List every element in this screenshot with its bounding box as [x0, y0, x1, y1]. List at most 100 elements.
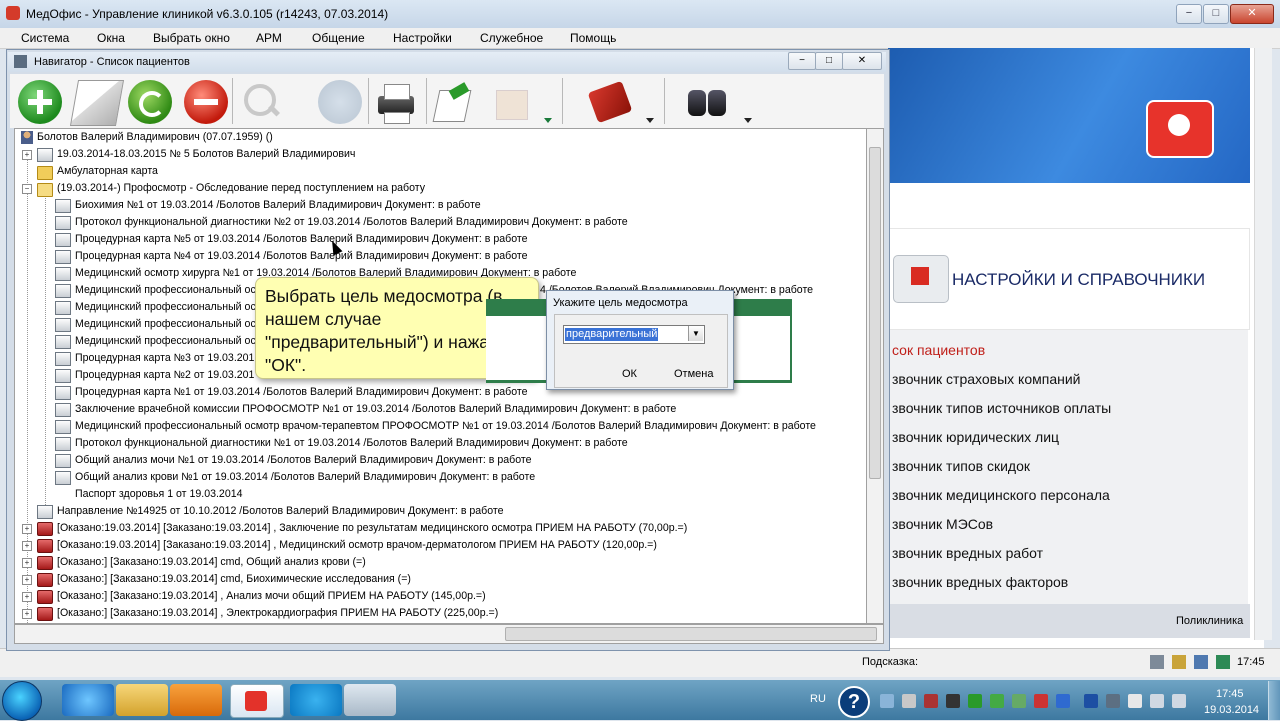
tray-icon[interactable]: [902, 694, 916, 708]
sort-icon[interactable]: [318, 80, 362, 124]
binoculars-icon[interactable]: [686, 80, 730, 124]
app-minimize-button[interactable]: −: [1176, 4, 1202, 24]
show-desktop-button[interactable]: [1268, 681, 1280, 720]
ref-item-medical-staff[interactable]: звочник медицинского персонала: [892, 487, 1110, 503]
expand-icon[interactable]: +: [22, 592, 32, 602]
document-icon: [55, 233, 71, 247]
refresh-icon[interactable]: [128, 80, 172, 124]
navigator-icon: [14, 55, 27, 68]
tray-icon[interactable]: [1056, 694, 1070, 708]
tray-icon[interactable]: [968, 694, 982, 708]
document-icon: [55, 267, 71, 281]
ref-item-legal-entities[interactable]: звочник юридических лиц: [892, 429, 1059, 445]
expand-icon[interactable]: +: [22, 575, 32, 585]
print-icon[interactable]: [374, 80, 418, 124]
menu-settings[interactable]: Настройки: [393, 31, 452, 45]
language-indicator[interactable]: RU: [810, 693, 826, 705]
spellcheck-dropdown-icon[interactable]: [646, 118, 654, 123]
tray-icon[interactable]: [1012, 694, 1026, 708]
volume-icon[interactable]: [1172, 694, 1186, 708]
save-icon[interactable]: [1194, 655, 1208, 669]
window-icon[interactable]: [1216, 655, 1230, 669]
document-icon: [55, 216, 71, 230]
skype-icon[interactable]: [290, 684, 342, 716]
ref-item-mes[interactable]: звочник МЭСов: [892, 516, 993, 532]
ref-item-discounts[interactable]: звочник типов скидок: [892, 458, 1030, 474]
display-icon[interactable]: [1106, 694, 1120, 708]
bluetooth-icon[interactable]: [1084, 694, 1098, 708]
menu-help[interactable]: Помощь: [570, 31, 616, 45]
app-logo-icon: [6, 6, 20, 20]
tray-icon[interactable]: [946, 694, 960, 708]
service-icon: [37, 522, 53, 536]
app-maximize-button[interactable]: □: [1203, 4, 1229, 24]
ie-icon[interactable]: [62, 684, 114, 716]
clock-time[interactable]: 17:45: [1216, 688, 1244, 700]
expand-icon[interactable]: +: [22, 558, 32, 568]
menu-arm[interactable]: АРМ: [256, 31, 282, 45]
module-policlinic[interactable]: Поликлиника: [1176, 615, 1243, 627]
tray-icon[interactable]: [990, 694, 1004, 708]
clock-date[interactable]: 19.03.2014: [1204, 704, 1259, 716]
right-panel-scrollbar[interactable]: [1254, 48, 1272, 640]
help-icon[interactable]: ?: [838, 686, 870, 718]
document-icon: [55, 471, 71, 485]
expand-icon[interactable]: +: [22, 524, 32, 534]
navigator-title-bar[interactable]: Навигатор - Список пациентов: [8, 52, 886, 72]
start-button[interactable]: [2, 681, 42, 721]
remote-desktop-icon[interactable]: [344, 684, 396, 716]
spellcheck-icon[interactable]: [587, 80, 633, 124]
tray-icon[interactable]: [1034, 694, 1048, 708]
explorer-icon[interactable]: [116, 684, 168, 716]
document-icon: [55, 250, 71, 264]
edit-icon[interactable]: [69, 80, 125, 126]
media-player-icon[interactable]: [170, 684, 222, 716]
grid-icon[interactable]: [1150, 655, 1164, 669]
navigator-minimize-button[interactable]: −: [788, 52, 816, 70]
menu-system[interactable]: Система: [21, 31, 69, 45]
red-cross-icon: [911, 267, 929, 285]
search-icon[interactable]: [240, 80, 284, 124]
navigator-maximize-button[interactable]: □: [815, 52, 843, 70]
expand-icon[interactable]: +: [22, 541, 32, 551]
delete-icon[interactable]: [184, 80, 228, 124]
ref-item-hazardous-factors[interactable]: звочник вредных факторов: [892, 574, 1068, 590]
network-icon[interactable]: [1150, 694, 1164, 708]
document-icon: [55, 284, 71, 298]
medoffice-task-icon[interactable]: [230, 684, 284, 718]
app-title-bar[interactable]: МедОфис - Управление клиникой v6.3.0.105…: [0, 0, 1280, 28]
add-icon[interactable]: [18, 80, 62, 124]
scroll-thumb[interactable]: [869, 147, 881, 479]
ref-item-insurance[interactable]: звочник страховых компаний: [892, 371, 1080, 387]
ref-item-hazardous-work[interactable]: звочник вредных работ: [892, 545, 1043, 561]
app-close-button[interactable]: ✕: [1230, 4, 1274, 24]
navigator-close-button[interactable]: ✕: [842, 52, 882, 70]
ref-item-patients[interactable]: сок пациентов: [892, 342, 985, 358]
document-icon: [55, 199, 71, 213]
menu-windows[interactable]: Окна: [97, 31, 125, 45]
expand-icon[interactable]: +: [22, 150, 32, 160]
collapse-icon[interactable]: −: [22, 184, 32, 194]
tree-vertical-scrollbar[interactable]: [866, 128, 884, 624]
tray-icon[interactable]: [924, 694, 938, 708]
service-icon: [37, 556, 53, 570]
settings-title: НАСТРОЙКИ И СПРАВОЧНИКИ: [952, 270, 1206, 289]
cancel-button[interactable]: Отмена: [674, 368, 713, 380]
ref-item-payment-sources[interactable]: звочник типов источников оплаты: [892, 400, 1111, 416]
import-icon[interactable]: [490, 80, 534, 124]
chevron-down-icon[interactable]: ▼: [688, 326, 703, 341]
binoculars-dropdown-icon[interactable]: [744, 118, 752, 123]
flag-icon[interactable]: [1128, 694, 1142, 708]
export-icon[interactable]: [432, 80, 476, 124]
app-title: МедОфис - Управление клиникой v6.3.0.105…: [26, 7, 389, 21]
scroll-thumb[interactable]: [505, 627, 877, 641]
ok-button[interactable]: ОК: [622, 368, 637, 380]
expand-icon[interactable]: +: [22, 609, 32, 619]
import-dropdown-icon[interactable]: [544, 118, 552, 123]
tray-icon[interactable]: [880, 694, 894, 708]
menu-service[interactable]: Служебное: [480, 31, 543, 45]
tree-horizontal-scrollbar[interactable]: [14, 624, 884, 644]
menu-select-window[interactable]: Выбрать окно: [153, 31, 230, 45]
notes-icon[interactable]: [1172, 655, 1186, 669]
menu-communication[interactable]: Общение: [312, 31, 365, 45]
